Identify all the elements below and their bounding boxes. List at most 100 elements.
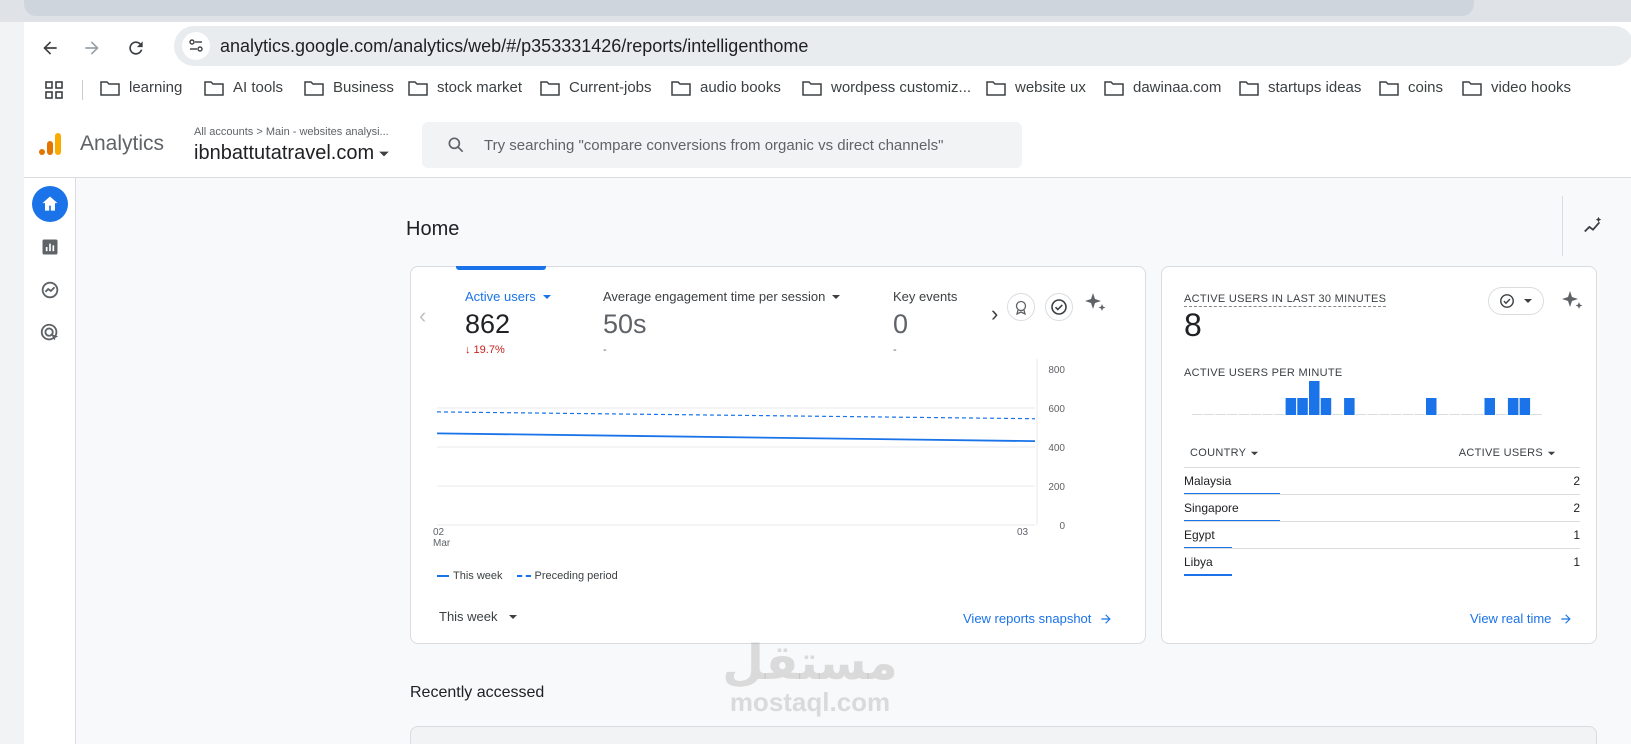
metric-engagement-time[interactable]: Average engagement time per session 50s … bbox=[603, 289, 841, 356]
caret-down-icon bbox=[1547, 451, 1556, 455]
country-row[interactable]: Egypt 1 bbox=[1184, 521, 1580, 549]
ai-sparkle-icon[interactable] bbox=[1560, 289, 1584, 313]
site-settings-icon[interactable] bbox=[182, 32, 210, 60]
bookmark-item[interactable]: Current-jobs bbox=[540, 79, 652, 96]
minute-bar[interactable] bbox=[1297, 398, 1308, 415]
bookmark-label: learning bbox=[129, 79, 183, 96]
minute-bar[interactable] bbox=[1320, 398, 1332, 415]
x-tick-label: 02 bbox=[433, 527, 445, 538]
caret-down-icon bbox=[1251, 451, 1259, 455]
metric-key-events[interactable]: Key events 0 - bbox=[893, 289, 957, 356]
minute-bar[interactable] bbox=[1484, 398, 1496, 415]
minute-bar[interactable] bbox=[1461, 414, 1472, 415]
nav-explore[interactable] bbox=[32, 272, 68, 308]
minute-bar[interactable] bbox=[1309, 381, 1320, 415]
account-breadcrumb[interactable]: All accounts > Main - websites analysi..… bbox=[194, 126, 389, 138]
minute-bar[interactable] bbox=[1273, 414, 1285, 415]
country-row[interactable]: Malaysia 2 bbox=[1184, 467, 1580, 495]
view-real-time-link[interactable]: View real time bbox=[1470, 611, 1573, 626]
minute-bar[interactable] bbox=[1507, 398, 1519, 415]
overview-card: ‹ Active users 862 ↓ 19.7% Average engag… bbox=[410, 266, 1146, 644]
minute-bar[interactable] bbox=[1192, 414, 1203, 415]
anomaly-button[interactable] bbox=[1007, 293, 1035, 321]
back-button[interactable] bbox=[34, 32, 66, 64]
period-selector[interactable]: This week bbox=[439, 609, 518, 624]
bookmark-item[interactable]: learning bbox=[100, 79, 182, 96]
view-reports-snapshot-link[interactable]: View reports snapshot bbox=[963, 611, 1113, 626]
minute-bar[interactable] bbox=[1367, 414, 1379, 415]
country-row[interactable]: Singapore 2 bbox=[1184, 494, 1580, 522]
minute-bar[interactable] bbox=[1285, 398, 1297, 415]
minute-bar[interactable] bbox=[1227, 414, 1238, 415]
minute-bar[interactable] bbox=[1215, 414, 1226, 415]
minute-bar[interactable] bbox=[1531, 414, 1542, 415]
realtime-compare-button[interactable] bbox=[1488, 287, 1544, 315]
country-name: Egypt bbox=[1184, 528, 1215, 542]
bookmark-item[interactable]: audio books bbox=[671, 79, 781, 96]
bookmark-item[interactable]: Business bbox=[304, 79, 394, 96]
address-bar[interactable]: analytics.google.com/analytics/web/#/p35… bbox=[174, 26, 1631, 66]
bookmark-label: website ux bbox=[1015, 79, 1086, 96]
minute-bar[interactable] bbox=[1344, 398, 1355, 415]
app-name: Analytics bbox=[80, 132, 165, 155]
x-tick-label: 03 bbox=[1017, 527, 1029, 538]
minute-bar[interactable] bbox=[1472, 414, 1484, 415]
minute-bar[interactable] bbox=[1414, 414, 1425, 415]
active-browser-tab[interactable] bbox=[24, 0, 1474, 16]
apps-grid-icon[interactable] bbox=[44, 80, 64, 100]
minute-bar[interactable] bbox=[1426, 398, 1437, 415]
property-selector[interactable]: ibnbattutatravel.com bbox=[194, 142, 390, 165]
ai-sparkle-icon[interactable] bbox=[1083, 291, 1107, 315]
minute-bar[interactable] bbox=[1379, 414, 1390, 415]
bookmark-item[interactable]: website ux bbox=[986, 79, 1086, 96]
forward-button[interactable] bbox=[76, 32, 108, 64]
reload-button[interactable] bbox=[120, 32, 152, 64]
minute-bar[interactable] bbox=[1262, 414, 1273, 415]
bookmark-item[interactable]: video hooks bbox=[1462, 79, 1571, 96]
bookmark-item[interactable]: wordpess customiz... bbox=[802, 79, 971, 96]
arrow-left-icon bbox=[43, 41, 57, 55]
nav-reports[interactable] bbox=[32, 229, 68, 265]
bookmark-item[interactable]: startups ideas bbox=[1239, 79, 1361, 96]
metric-active-users[interactable]: Active users 862 ↓ 19.7% bbox=[465, 289, 552, 356]
comparison-button[interactable] bbox=[1045, 293, 1073, 321]
bookmark-label: audio books bbox=[700, 79, 781, 96]
minute-bar[interactable] bbox=[1355, 414, 1367, 415]
minute-bar[interactable] bbox=[1250, 414, 1262, 415]
active-users-column-header[interactable]: ACTIVE USERS bbox=[1459, 447, 1556, 459]
bookmark-item[interactable]: AI tools bbox=[204, 79, 283, 96]
minute-bar[interactable] bbox=[1203, 414, 1215, 415]
url-text[interactable]: analytics.google.com/analytics/web/#/p35… bbox=[220, 36, 808, 57]
chevron-left-icon[interactable]: ‹ bbox=[419, 303, 426, 329]
nav-advertising[interactable] bbox=[32, 315, 68, 351]
bookmark-item[interactable]: coins bbox=[1379, 79, 1443, 96]
country-row[interactable]: Libya 1 bbox=[1184, 548, 1580, 576]
insights-button[interactable] bbox=[1562, 196, 1622, 256]
bookmark-label: startups ideas bbox=[1268, 79, 1362, 96]
x-tick-sublabel: Mar bbox=[433, 538, 451, 549]
bookmark-item[interactable]: dawinaa.com bbox=[1104, 79, 1221, 96]
metric-value: 862 bbox=[465, 309, 511, 339]
legend-preceding: Preceding period bbox=[516, 570, 618, 582]
bookmark-label: Current-jobs bbox=[569, 79, 652, 96]
minute-bar[interactable] bbox=[1449, 414, 1460, 415]
search-bar[interactable]: Try searching "compare conversions from … bbox=[422, 122, 1022, 168]
country-name: Libya bbox=[1184, 555, 1213, 569]
country-name: Malaysia bbox=[1184, 474, 1232, 488]
minute-bar[interactable] bbox=[1332, 414, 1343, 415]
bookmark-item[interactable]: stock market bbox=[408, 79, 522, 96]
minute-bar[interactable] bbox=[1390, 414, 1402, 415]
chevron-right-icon[interactable]: › bbox=[991, 301, 998, 327]
nav-home[interactable] bbox=[32, 186, 68, 222]
analytics-header: Analytics All accounts > Main - websites… bbox=[24, 116, 1631, 178]
minute-bar[interactable] bbox=[1402, 414, 1414, 415]
folder-icon bbox=[986, 80, 1006, 96]
minute-bar[interactable] bbox=[1519, 398, 1531, 415]
realtime-title[interactable]: ACTIVE USERS IN LAST 30 MINUTES bbox=[1184, 293, 1387, 307]
bookmark-label: AI tools bbox=[233, 79, 284, 96]
analytics-logo-icon[interactable] bbox=[36, 130, 64, 158]
minute-bar[interactable] bbox=[1238, 414, 1250, 415]
minute-bar[interactable] bbox=[1437, 414, 1449, 415]
minute-bar[interactable] bbox=[1496, 414, 1507, 415]
country-column-header[interactable]: COUNTRY bbox=[1190, 447, 1259, 459]
